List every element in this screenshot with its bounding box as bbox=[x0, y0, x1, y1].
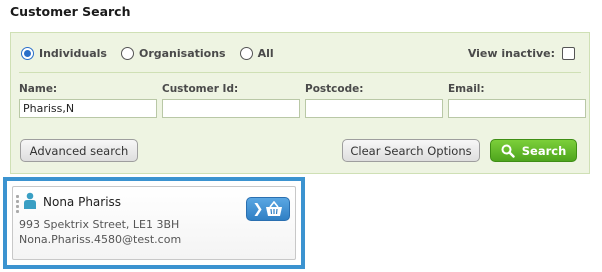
person-icon bbox=[24, 192, 36, 209]
radio-organisations[interactable]: Organisations bbox=[120, 47, 226, 60]
customer-email: Nona.Phariss.4580@test.com bbox=[19, 233, 182, 246]
selected-result-frame: Nona Phariss 993 Spektrix Street, LE1 3B… bbox=[3, 177, 305, 269]
search-button-label: Search bbox=[521, 143, 567, 158]
radio-all[interactable]: All bbox=[239, 47, 274, 60]
customer-id-input[interactable] bbox=[162, 99, 300, 118]
page-title: Customer Search bbox=[10, 4, 131, 19]
clear-search-options-button[interactable]: Clear Search Options bbox=[342, 139, 480, 162]
name-input[interactable] bbox=[19, 99, 157, 118]
radio-individuals-circle[interactable] bbox=[21, 47, 34, 60]
advanced-search-button[interactable]: Advanced search bbox=[20, 139, 138, 162]
radio-individuals-label: Individuals bbox=[39, 47, 107, 60]
postcode-field-group: Postcode: bbox=[305, 83, 443, 118]
customer-id-field-group: Customer Id: bbox=[162, 83, 300, 118]
postcode-input[interactable] bbox=[305, 99, 443, 118]
customer-name: Nona Phariss bbox=[43, 195, 122, 209]
radio-all-circle[interactable] bbox=[239, 47, 253, 60]
name-field-group: Name: bbox=[19, 83, 157, 118]
add-to-basket-button[interactable]: ❯ bbox=[246, 197, 290, 221]
radio-organisations-label: Organisations bbox=[138, 47, 226, 60]
radio-organisations-circle[interactable] bbox=[120, 47, 134, 60]
customer-address: 993 Spektrix Street, LE1 3BH bbox=[19, 218, 180, 231]
view-inactive: View inactive: bbox=[468, 47, 575, 60]
chevron-right-icon: ❯ bbox=[252, 201, 264, 217]
customer-result-card[interactable]: Nona Phariss 993 Spektrix Street, LE1 3B… bbox=[12, 186, 296, 260]
email-input[interactable] bbox=[448, 99, 586, 118]
email-label: Email: bbox=[448, 83, 485, 95]
search-icon bbox=[501, 144, 515, 158]
name-label: Name: bbox=[19, 83, 58, 95]
search-button[interactable]: Search bbox=[490, 139, 577, 162]
view-inactive-label: View inactive: bbox=[467, 47, 555, 60]
radio-all-label: All bbox=[257, 47, 274, 60]
search-panel: Individuals Organisations All View inact… bbox=[10, 32, 590, 174]
view-inactive-checkbox[interactable] bbox=[562, 47, 575, 60]
postcode-label: Postcode: bbox=[305, 83, 364, 95]
drag-handle-icon[interactable] bbox=[16, 195, 20, 213]
basket-icon bbox=[266, 201, 283, 216]
divider bbox=[19, 72, 581, 73]
email-field-group: Email: bbox=[448, 83, 586, 118]
customer-type-radio-group: Individuals Organisations All bbox=[21, 47, 288, 60]
radio-individuals[interactable]: Individuals bbox=[21, 47, 107, 60]
customer-id-label: Customer Id: bbox=[162, 83, 239, 95]
